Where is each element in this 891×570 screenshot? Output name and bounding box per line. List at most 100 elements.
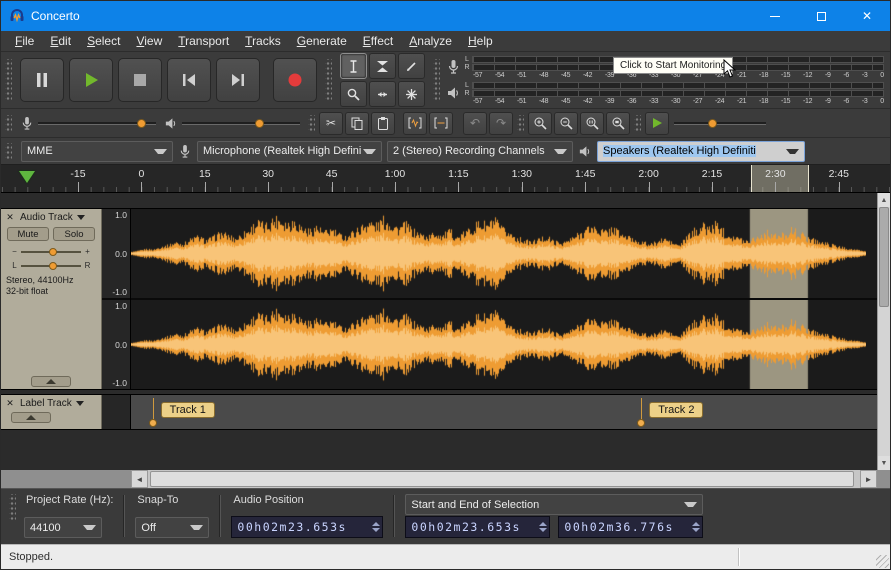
audio-host-value: MME <box>27 145 53 157</box>
title-bar[interactable]: Concerto ✕ <box>1 1 890 31</box>
zoom-out-button[interactable] <box>554 112 578 135</box>
label-handle-icon[interactable] <box>637 419 645 427</box>
resize-grip-icon[interactable] <box>876 555 889 568</box>
audio-position-field[interactable]: 00h02m23.653s <box>231 516 383 538</box>
snap-to-combo[interactable]: Off <box>135 517 209 538</box>
gain-slider[interactable] <box>21 246 81 257</box>
pan-slider[interactable] <box>21 260 81 271</box>
menu-item-generate[interactable]: Generate <box>289 32 355 50</box>
zoom-toolbar-grabber[interactable] <box>517 115 524 132</box>
waveform-left-channel[interactable] <box>131 209 866 298</box>
minimize-button[interactable] <box>752 1 798 31</box>
menu-item-edit[interactable]: Edit <box>42 32 79 50</box>
menu-item-file[interactable]: File <box>7 32 42 50</box>
collapse-track-button[interactable] <box>31 376 71 387</box>
playhead-pin[interactable] <box>19 171 35 183</box>
redo-button[interactable]: ↷ <box>489 112 513 135</box>
playback-volume-slider[interactable] <box>182 117 300 129</box>
play-at-speed-button[interactable] <box>645 112 669 135</box>
device-toolbar-grabber[interactable] <box>5 143 12 159</box>
draw-tool-button[interactable] <box>398 53 425 79</box>
meter-toolbar-grabber[interactable] <box>433 59 440 102</box>
menu-item-transport[interactable]: Transport <box>170 32 237 50</box>
label-handle-icon[interactable] <box>149 419 157 427</box>
playback-device-combo[interactable]: Speakers (Realtek High Definiti <box>597 141 805 162</box>
label-marker[interactable]: Track 2 <box>641 395 642 429</box>
horizontal-scroll-track[interactable] <box>148 470 860 488</box>
pause-button[interactable] <box>20 58 64 102</box>
project-rate-combo[interactable]: 44100 <box>24 517 102 538</box>
skip-to-start-button[interactable] <box>167 58 211 102</box>
spinner-icon[interactable] <box>372 522 380 532</box>
solo-button[interactable]: Solo <box>53 227 95 241</box>
vertical-scroll-thumb[interactable] <box>879 207 889 307</box>
waveform-display[interactable] <box>131 209 878 389</box>
zoom-tool-button[interactable] <box>340 81 367 107</box>
zoom-in-button[interactable] <box>528 112 552 135</box>
audio-host-combo[interactable]: MME <box>21 141 173 162</box>
playback-meter[interactable]: L R -57-54-51-48-45-42-39-36-33-30-27-24… <box>446 81 884 105</box>
horizontal-scroll-thumb[interactable] <box>150 471 854 487</box>
stop-button[interactable] <box>118 58 162 102</box>
edit-toolbar-grabber[interactable] <box>308 115 315 132</box>
recording-device-combo[interactable]: Microphone (Realtek High Defini <box>197 141 382 162</box>
paste-button[interactable] <box>371 112 395 135</box>
track-menu-icon[interactable] <box>77 215 85 220</box>
menu-item-tracks[interactable]: Tracks <box>237 32 289 50</box>
record-button[interactable] <box>273 58 317 102</box>
time-shift-tool-button[interactable] <box>369 81 396 107</box>
fit-project-button[interactable] <box>606 112 630 135</box>
microphone-icon <box>446 59 461 75</box>
cut-button[interactable]: ✂ <box>319 112 343 135</box>
maximize-button[interactable] <box>798 1 844 31</box>
pan-left-label: L <box>11 261 18 270</box>
collapse-track-button[interactable] <box>11 412 51 423</box>
scroll-left-icon[interactable]: ◄ <box>131 470 148 488</box>
close-button[interactable]: ✕ <box>844 1 890 31</box>
fit-selection-button[interactable] <box>580 112 604 135</box>
label-marker[interactable]: Track 1 <box>153 395 154 429</box>
play-speed-grabber[interactable] <box>634 115 641 132</box>
play-button[interactable] <box>69 58 113 102</box>
record-volume-grabber[interactable] <box>5 115 12 132</box>
selection-tool-button[interactable] <box>340 53 367 79</box>
menu-item-select[interactable]: Select <box>79 32 128 50</box>
multi-tool-button[interactable] <box>398 81 425 107</box>
vertical-scale-ruler[interactable]: 1.0 0.0 -1.0 1.0 0.0 -1.0 <box>102 209 131 389</box>
timeline-ruler[interactable]: -1501530451:001:151:301:452:002:152:302:… <box>1 165 890 193</box>
mute-button[interactable]: Mute <box>7 227 49 241</box>
recording-volume-slider[interactable] <box>38 117 156 129</box>
vertical-scrollbar[interactable]: ▲ ▼ <box>877 193 890 470</box>
silence-audio-button[interactable] <box>429 112 453 135</box>
menu-item-effect[interactable]: Effect <box>355 32 401 50</box>
undo-button[interactable]: ↶ <box>463 112 487 135</box>
copy-button[interactable] <box>345 112 369 135</box>
menu-item-help[interactable]: Help <box>460 32 501 50</box>
close-track-button[interactable]: ✕ <box>4 211 16 223</box>
label-track-content[interactable]: Track 1 Track 2 <box>131 395 878 429</box>
label-text[interactable]: Track 1 <box>161 402 215 418</box>
spinner-icon[interactable] <box>539 522 547 532</box>
scroll-down-icon[interactable]: ▼ <box>878 456 890 470</box>
scroll-up-icon[interactable]: ▲ <box>878 193 890 207</box>
play-speed-slider[interactable] <box>674 117 766 129</box>
label-text[interactable]: Track 2 <box>649 402 703 418</box>
recording-channels-combo[interactable]: 2 (Stereo) Recording Channels <box>387 141 573 162</box>
skip-to-end-button[interactable] <box>216 58 260 102</box>
horizontal-scrollbar[interactable]: ◄ ► <box>131 470 877 488</box>
trim-audio-button[interactable] <box>403 112 427 135</box>
menu-item-view[interactable]: View <box>128 32 170 50</box>
tools-toolbar-grabber[interactable] <box>325 59 332 102</box>
selection-start-field[interactable]: 00h02m23.653s <box>405 516 550 538</box>
track-menu-icon[interactable] <box>76 401 84 406</box>
selection-toolbar-grabber[interactable] <box>9 494 16 520</box>
spinner-icon[interactable] <box>692 522 700 532</box>
close-track-button[interactable]: ✕ <box>4 397 16 409</box>
transport-toolbar-grabber[interactable] <box>5 59 12 102</box>
selection-range-mode-combo[interactable]: Start and End of Selection <box>405 494 703 515</box>
menu-item-analyze[interactable]: Analyze <box>401 32 460 50</box>
selection-end-field[interactable]: 00h02m36.776s <box>558 516 703 538</box>
waveform-right-channel[interactable] <box>131 300 866 389</box>
scroll-right-icon[interactable]: ► <box>860 470 877 488</box>
envelope-tool-button[interactable] <box>369 53 396 79</box>
